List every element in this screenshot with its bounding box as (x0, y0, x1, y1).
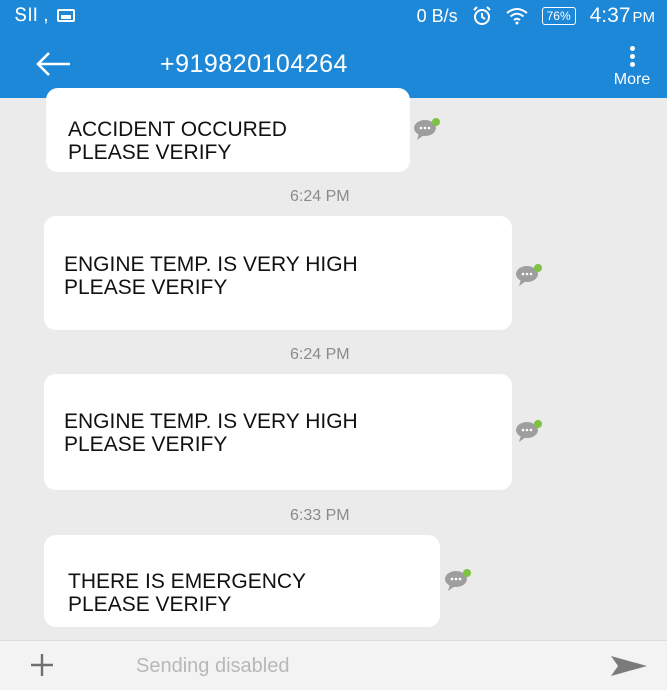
attach-plus-icon[interactable] (28, 651, 56, 679)
message-timestamp: 6:24 PM (290, 188, 350, 205)
message-bubble[interactable]: ACCIDENT OCCURED PLEASE VERIFY (46, 88, 410, 172)
status-time-ampm: PM (632, 9, 656, 26)
more-label: More (613, 71, 651, 88)
status-time-value: 4:37 (589, 4, 631, 27)
message-line: ENGINE TEMP. IS VERY HIGH (64, 410, 358, 433)
signal-icon: ՏII , (14, 5, 49, 26)
back-arrow-icon[interactable] (34, 48, 74, 80)
status-bar: ՏII , 0 B/s 76% 4:37 PM (0, 0, 667, 30)
status-right: 0 B/s 76% 4:37 PM (417, 4, 655, 28)
message-line: PLEASE VERIFY (68, 141, 232, 164)
more-menu-button[interactable]: More (607, 42, 657, 92)
message-line: PLEASE VERIFY (68, 593, 232, 616)
message-bubble[interactable]: ENGINE TEMP. IS VERY HIGH PLEASE VERIFY (44, 374, 512, 490)
message-line: ENGINE TEMP. IS VERY HIGH (64, 253, 358, 276)
send-icon[interactable] (609, 653, 649, 679)
message-input[interactable]: Sending disabled (136, 655, 289, 678)
sms-status-icon (414, 118, 440, 140)
conversation-screen: ՏII , 0 B/s 76% 4:37 PM +919820104264 Mo… (0, 0, 667, 690)
sms-status-icon (516, 420, 542, 442)
gallery-notification-icon (56, 9, 75, 22)
message-timestamp: 6:33 PM (290, 507, 350, 524)
sms-status-icon (516, 264, 542, 286)
battery-indicator: 76% (541, 7, 576, 25)
message-bubble[interactable]: ENGINE TEMP. IS VERY HIGH PLEASE VERIFY (44, 216, 512, 330)
message-line: THERE IS EMERGENCY (68, 570, 307, 593)
status-left: ՏII , (14, 4, 75, 27)
message-line: PLEASE VERIFY (64, 433, 228, 456)
message-line: PLEASE VERIFY (64, 276, 228, 299)
alarm-icon (472, 6, 491, 25)
more-vert-icon (607, 42, 657, 67)
wifi-icon (505, 8, 528, 25)
status-time: 4:37 PM (590, 4, 655, 28)
network-speed: 0 B/s (416, 5, 458, 26)
message-composer: Sending disabled (0, 640, 667, 690)
message-line: ACCIDENT OCCURED (68, 118, 287, 141)
message-bubble[interactable]: THERE IS EMERGENCY PLEASE VERIFY (44, 535, 440, 627)
contact-number-title: +919820104264 (160, 50, 348, 78)
sms-status-icon (445, 569, 471, 591)
message-timestamp: 6:24 PM (290, 346, 350, 363)
